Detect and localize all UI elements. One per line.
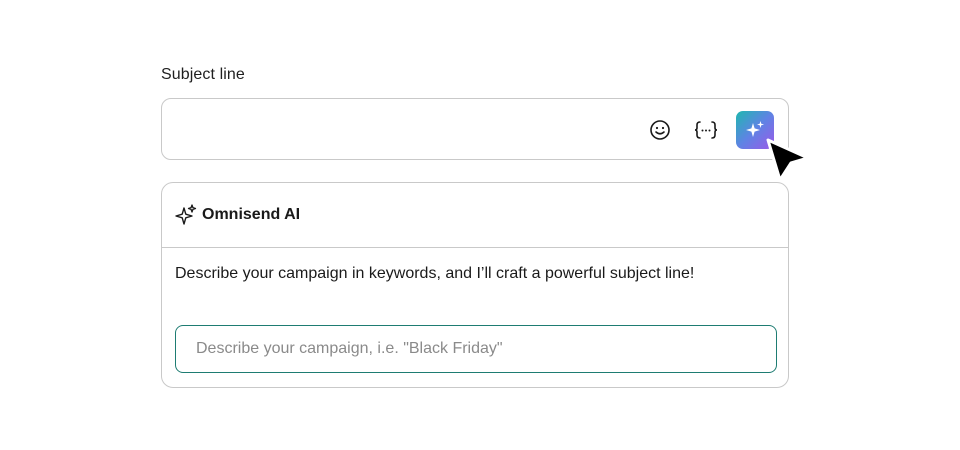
campaign-description-input[interactable] [175,325,777,373]
omnisend-ai-panel: Omnisend AI Describe your campaign in ke… [161,182,789,388]
subject-line-label: Subject line [161,66,245,83]
sparkle-outline-icon [175,204,197,225]
curly-braces-icon [694,121,718,139]
emoji-button[interactable] [647,117,673,143]
subject-line-field[interactable] [161,98,789,161]
sparkle-icon [746,121,764,137]
ai-panel-description: Describe your campaign in keywords, and … [175,265,695,282]
ai-panel-header: Omnisend AI [162,183,788,248]
omnisend-ai-button[interactable] [736,111,774,149]
smiley-icon [650,120,670,140]
ai-panel-title: Omnisend AI [202,206,301,223]
insert-variable-button[interactable] [693,117,719,143]
subject-line-input[interactable] [176,99,618,161]
